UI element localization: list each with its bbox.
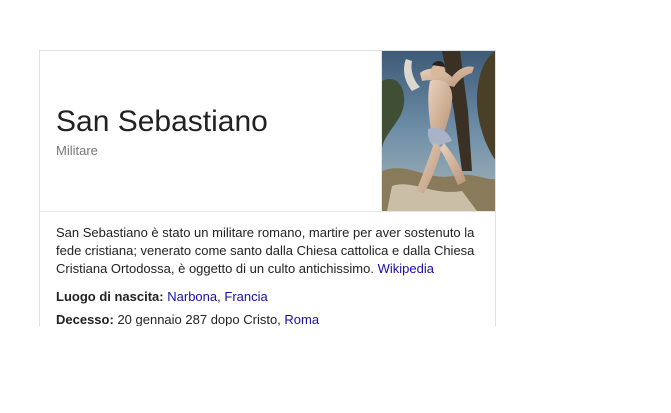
header-divider bbox=[40, 211, 495, 212]
knowledge-panel: San Sebastiano Militare San Sebastiano è… bbox=[39, 50, 496, 326]
birthplace-label: Luogo di nascita: bbox=[56, 289, 164, 304]
panel-header: San Sebastiano Militare bbox=[40, 51, 495, 211]
fact-death: Decesso: 20 gennaio 287 dopo Cristo, Rom… bbox=[56, 311, 480, 326]
entity-image[interactable] bbox=[381, 51, 495, 211]
death-label: Decesso: bbox=[56, 312, 114, 326]
entity-description: San Sebastiano è stato un militare roman… bbox=[56, 224, 480, 278]
header-text: San Sebastiano Militare bbox=[56, 104, 268, 158]
birthplace-link-francia[interactable]: Francia bbox=[224, 289, 267, 304]
painting-image bbox=[382, 51, 495, 211]
entity-title: San Sebastiano bbox=[56, 105, 268, 138]
birthplace-separator: , bbox=[217, 289, 221, 304]
entity-subtitle: Militare bbox=[56, 143, 98, 158]
panel-body: San Sebastiano è stato un militare roman… bbox=[56, 224, 480, 326]
death-date: 20 gennaio 287 dopo Cristo, bbox=[117, 312, 281, 326]
birthplace-link-narbona[interactable]: Narbona bbox=[167, 289, 217, 304]
fact-birthplace: Luogo di nascita: Narbona, Francia bbox=[56, 288, 480, 306]
death-place-link[interactable]: Roma bbox=[284, 312, 319, 326]
wikipedia-link[interactable]: Wikipedia bbox=[378, 261, 434, 276]
